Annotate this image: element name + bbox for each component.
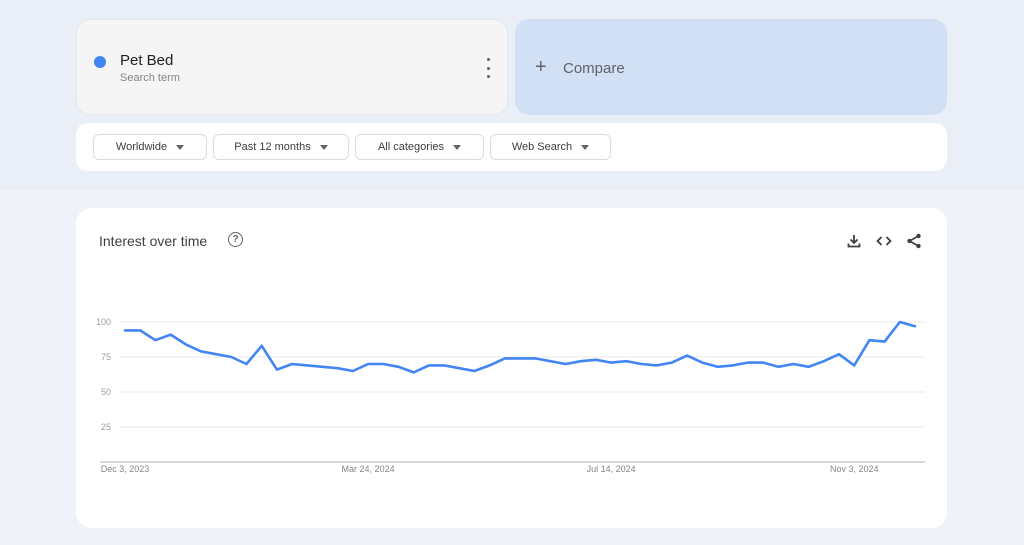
caret-down-icon — [453, 144, 462, 150]
interest-over-time-panel: Interest over time ? 25 50 75 100 Dec 3, 202… — [76, 208, 947, 528]
filter-label: Worldwide — [115, 141, 168, 153]
x-tick-label: Mar 24, 2024 — [342, 464, 395, 474]
series-color-dot — [94, 56, 106, 68]
caret-down-icon — [319, 144, 328, 150]
search-term-card[interactable]: Pet Bed Search term — [76, 19, 508, 115]
x-tick-label: Dec 3, 2023 — [101, 464, 150, 474]
plus-icon: + — [535, 56, 547, 78]
y-tick-label: 25 — [101, 422, 111, 432]
caret-down-icon — [176, 144, 185, 150]
compare-label: Compare — [563, 60, 625, 77]
search-term-subtitle: Search term — [120, 72, 180, 84]
series-line-pet-bed — [123, 320, 917, 374]
more-options-icon[interactable] — [481, 58, 495, 78]
filter-label: Past 12 months — [234, 141, 311, 153]
filter-bar: Worldwide Past 12 months All categories … — [76, 123, 947, 171]
compare-button[interactable]: + Compare — [515, 19, 947, 115]
filter-search-type[interactable]: Web Search — [490, 134, 611, 160]
filter-region[interactable]: Worldwide — [93, 134, 207, 160]
filter-category[interactable]: All categories — [355, 134, 484, 160]
line-chart: 25 50 75 100 Dec 3, 2023 Mar 24, 2024 Jul 14, … — [96, 317, 925, 474]
search-term-name: Pet Bed — [120, 52, 174, 69]
x-tick-label: Nov 3, 2024 — [830, 464, 879, 474]
filter-time-range[interactable]: Past 12 months — [213, 134, 349, 160]
caret-down-icon — [581, 144, 590, 150]
filter-label: Web Search — [511, 141, 573, 153]
x-tick-label: Jul 14, 2024 — [587, 464, 636, 474]
filter-label: All categories — [377, 141, 445, 153]
y-tick-label: 100 — [96, 317, 111, 327]
y-tick-label: 75 — [101, 352, 111, 362]
y-tick-label: 50 — [101, 387, 111, 397]
